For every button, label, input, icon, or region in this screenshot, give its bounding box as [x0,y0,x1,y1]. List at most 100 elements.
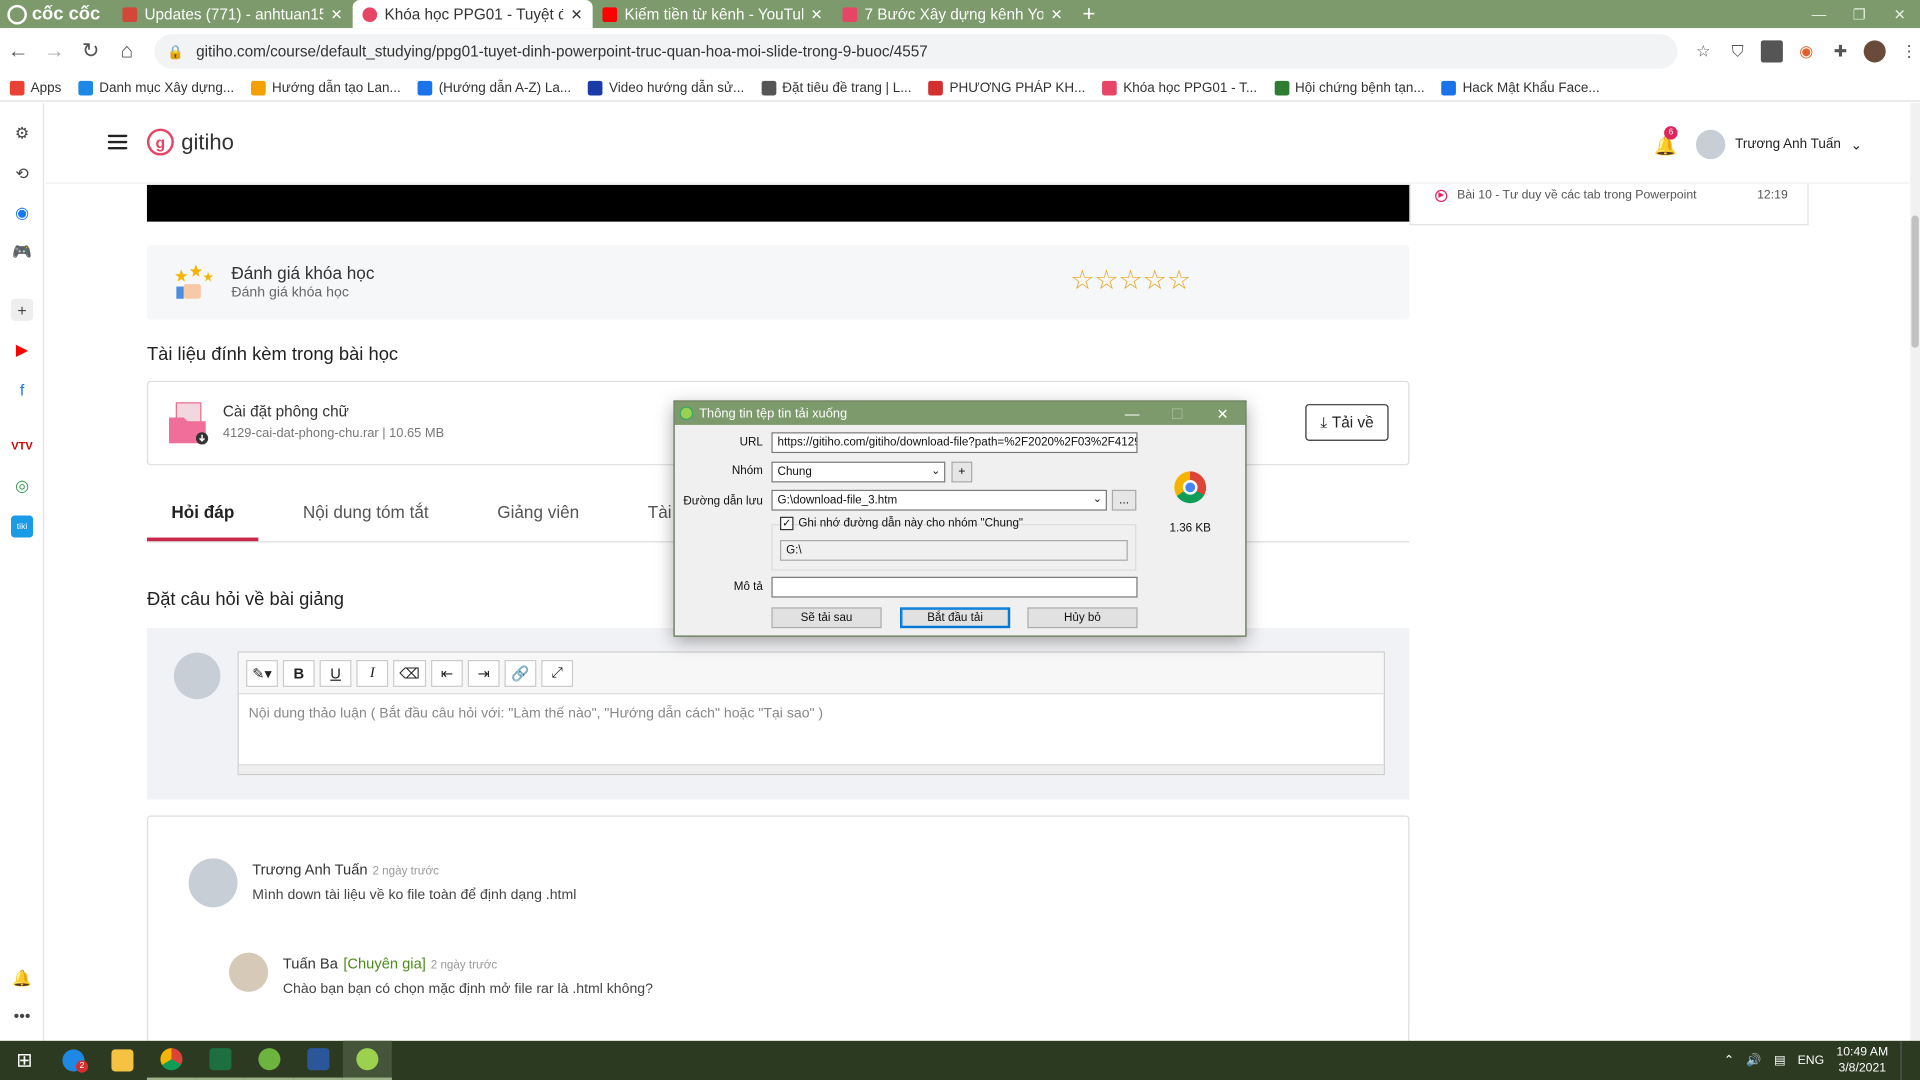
coccoc-map-icon[interactable]: ◎ [11,475,33,497]
close-icon[interactable]: ✕ [1200,405,1245,422]
save-path-select[interactable]: G:\download-file_3.htm ⌄ [771,489,1107,511]
url-field[interactable]: https://gitiho.com/gitiho/download-file?… [771,432,1138,454]
remember-checkbox[interactable]: ✓ Ghi nhớ đường dẫn này cho nhóm "Chung" [780,516,1023,531]
chevron-up-icon[interactable]: ⌃ [1724,1054,1734,1067]
bookmark-item[interactable]: Danh mục Xây dựng... [78,80,234,95]
magic-wand-icon[interactable]: ✎▾ [246,659,279,687]
download-button[interactable]: ⤓ Tải về [1305,404,1389,441]
fullscreen-icon[interactable]: ⤢ [541,659,574,687]
close-icon[interactable]: ✕ [331,6,343,23]
tab-qa[interactable]: Hỏi đáp [146,490,259,542]
action-center-icon[interactable]: ▤ [1774,1054,1786,1067]
cancel-button[interactable]: Hủy bỏ [1027,607,1138,629]
star-icon[interactable]: ☆ [1692,40,1714,62]
coccoc-ext-icon[interactable]: ◉ [1795,40,1817,62]
maximize-icon[interactable]: ☐ [1155,405,1200,422]
indent-icon[interactable]: ⇥ [467,659,500,687]
bookmark-item[interactable]: Hack Mật Khẩu Face... [1441,80,1600,95]
tiki-icon[interactable]: tiki [11,515,34,538]
bookmark-item[interactable]: Hướng dẫn tạo Lan... [251,80,401,95]
gitiho-logo[interactable]: g gitiho [146,128,234,156]
taskbar-download-manager[interactable] [342,1040,392,1080]
bookmark-item[interactable]: PHƯƠNG PHÁP KH... [928,80,1085,95]
eraser-icon[interactable]: ⌫ [393,659,427,687]
editor-input[interactable]: Nội dung thảo luận ( Bắt đầu câu hỏi với… [239,694,1384,733]
taskbar-file-explorer[interactable] [98,1041,147,1080]
minimize-icon[interactable]: — [1109,405,1154,422]
home-icon[interactable]: ⌂ [109,39,145,63]
browse-button[interactable]: ... [1111,489,1137,511]
language-indicator[interactable]: ENG [1798,1054,1825,1067]
notification-bell-icon[interactable]: 🔔 [11,967,33,989]
minimize-icon[interactable]: — [1799,6,1839,23]
history-icon[interactable]: ⟲ [11,163,33,185]
windows-start-icon[interactable]: ⊞ [0,1041,49,1080]
video-player[interactable] [146,184,1410,222]
address-bar[interactable]: 🔒 gitiho.com/course/default_studying/ppg… [154,34,1678,69]
italic-button[interactable]: I [356,659,389,687]
bookmark-item[interactable]: Đặt tiêu đề trang | L... [761,80,912,95]
shield-icon[interactable]: ⛉ [1727,40,1749,62]
messenger-icon[interactable]: ◉ [11,202,33,224]
extensions-icon[interactable]: ✚ [1829,40,1851,62]
menu-icon[interactable]: ⋮ [1898,40,1920,62]
new-tab-button[interactable]: + [1073,0,1105,28]
bookmark-item[interactable]: Hội chứng bệnh tạn... [1274,80,1425,95]
download-later-button[interactable]: Sẽ tải sau [771,607,882,629]
close-icon[interactable]: ✕ [571,6,583,23]
coccoc-logo[interactable]: cốc cốc [0,0,113,28]
tab-youtube-guide[interactable]: 7 Bước Xây dựng kênh Youtu ✕ [833,0,1073,28]
tab-summary[interactable]: Nội dung tóm tắt [278,490,453,541]
facebook-icon[interactable]: f [11,378,33,400]
bookmark-item[interactable]: (Hướng dẫn A-Z) La... [417,80,571,95]
clock[interactable]: 10:49 AM 3/8/2021 [1836,1044,1888,1076]
tab-youtube[interactable]: Kiếm tiền từ kênh - YouTube ✕ [593,0,833,28]
settings-icon[interactable]: ⚙ [11,122,33,144]
taskbar-app-mail[interactable]: 2 [49,1041,98,1080]
hamburger-icon[interactable] [107,134,128,151]
youtube-icon[interactable]: ▶ [11,339,33,361]
more-icon[interactable]: ••• [11,1004,33,1026]
close-window-icon[interactable]: ✕ [1880,6,1920,23]
tab-gmail[interactable]: Updates (771) - anhtuan1511 ✕ [113,0,353,28]
forward-icon[interactable]: → [36,39,72,63]
taskbar-word[interactable] [293,1041,343,1080]
page-scrollbar[interactable] [1910,102,1920,1041]
bold-button[interactable]: B [282,659,315,687]
add-group-button[interactable]: + [951,461,973,483]
volume-icon[interactable]: 🔊 [1746,1054,1761,1067]
underline-button[interactable]: U [319,659,352,687]
group-select[interactable]: Chung ⌄ [771,461,946,483]
bookmark-item[interactable]: Khóa học PPG01 - T... [1102,80,1257,95]
dialog-titlebar[interactable]: Thông tin tệp tin tải xuống — ☐ ✕ [674,401,1246,425]
close-icon[interactable]: ✕ [811,6,823,23]
reload-icon[interactable]: ↻ [73,39,109,63]
rating-stars[interactable]: ☆☆☆☆☆ [1070,264,1191,296]
commenter-name[interactable]: Tuấn Ba [283,955,338,972]
show-desktop-button[interactable] [1900,1040,1905,1080]
bookmark-item[interactable]: Apps [9,80,61,95]
taskbar-excel[interactable] [195,1041,245,1080]
gamepad-icon[interactable]: 🎮 [11,241,33,263]
link-icon[interactable]: 🔗 [504,659,537,687]
download-icon[interactable]: ⬇ [1760,40,1783,63]
back-icon[interactable]: ← [0,39,36,63]
start-download-button[interactable]: Bắt đầu tải [900,607,1011,629]
lesson-item[interactable]: ▶ Bài 10 - Tư duy về các tab trong Power… [1435,189,1802,202]
close-icon[interactable]: ✕ [1051,6,1063,23]
taskbar-coccoc[interactable] [244,1041,294,1080]
resize-handle[interactable] [238,764,1384,774]
bookmark-item[interactable]: Video hướng dẫn sử... [588,80,744,95]
vtv-icon[interactable]: VTV [11,435,33,457]
tab-instructor[interactable]: Giảng viên [473,490,604,541]
notification-icon[interactable]: 🔔 6 [1654,126,1678,157]
commenter-name[interactable]: Trương Anh Tuấn [252,861,367,878]
profile-avatar[interactable] [1863,40,1886,63]
outdent-icon[interactable]: ⇤ [431,659,463,687]
restore-icon[interactable]: ❐ [1839,6,1879,23]
user-menu[interactable]: Trương Anh Tuấn ⌄ [1695,129,1862,160]
description-field[interactable] [771,576,1138,598]
add-icon[interactable]: + [11,298,34,321]
taskbar-chrome[interactable] [146,1041,196,1080]
tab-gitiho[interactable]: Khóa học PPG01 - Tuyệt đỉnh ✕ [352,0,593,29]
